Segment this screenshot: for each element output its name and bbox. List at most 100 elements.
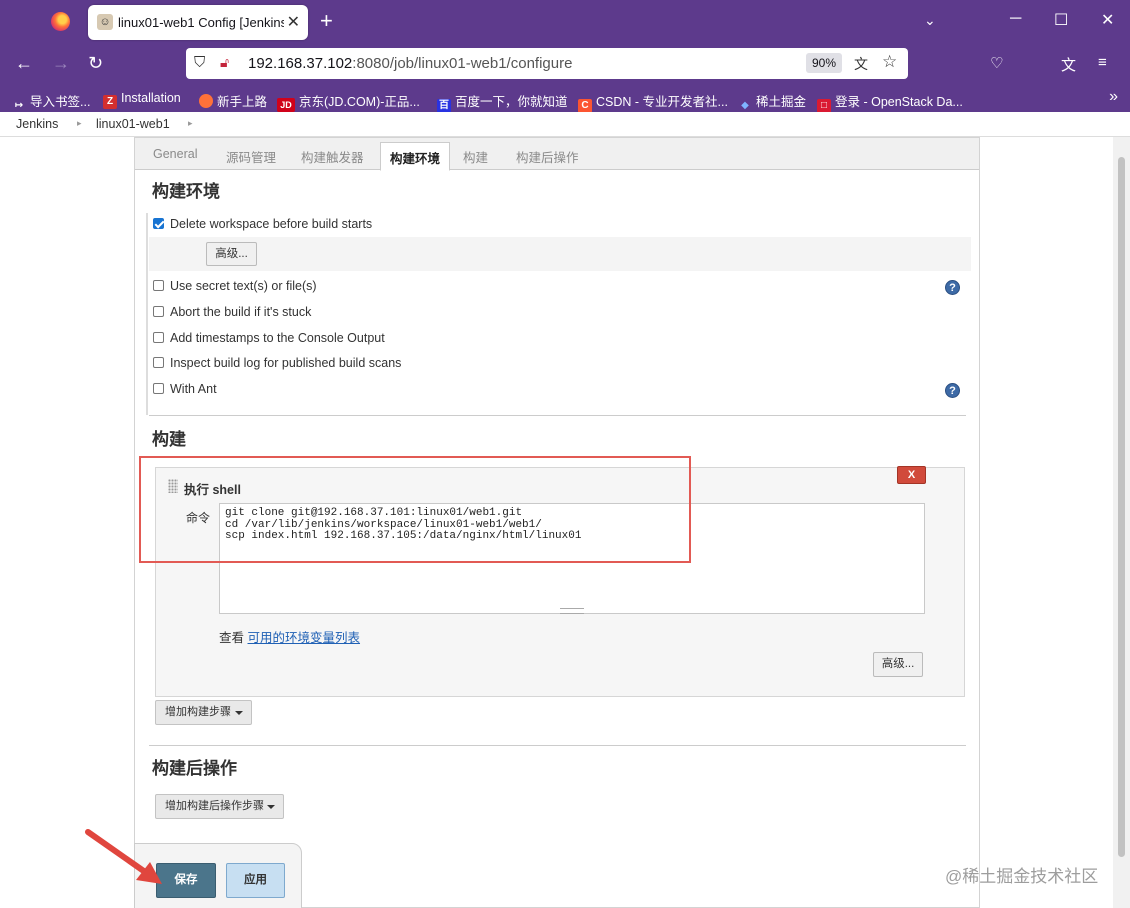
bookmark-label: 导入书签... xyxy=(30,95,91,109)
textarea-resize-grip-icon[interactable] xyxy=(560,608,584,614)
bookmark-label: 稀土掘金 xyxy=(756,95,807,109)
tab-build-environment[interactable]: 构建环境 xyxy=(380,142,451,171)
browser-titlebar: ☺ linux01-web1 Config [Jenkins] ✕ + ⌄ ─ … xyxy=(0,0,1130,44)
build-env-advanced-button[interactable]: 高级... xyxy=(206,242,257,266)
checkbox[interactable] xyxy=(153,332,164,343)
breadcrumb-job[interactable]: linux01-web1 xyxy=(96,117,170,131)
bookmark-label: 新手上路 xyxy=(217,95,268,109)
breadcrumb: Jenkins ▸ linux01-web1 ▸ xyxy=(0,112,1130,137)
browser-tab-active[interactable]: ☺ linux01-web1 Config [Jenkins] ✕ xyxy=(88,5,308,40)
add-build-step-label: 增加构建步骤 xyxy=(165,706,231,718)
bookmarks-overflow-icon[interactable]: » xyxy=(1109,88,1118,106)
jenkins-favicon-icon: ☺ xyxy=(97,14,113,30)
dropdown-caret-icon xyxy=(267,805,275,809)
shell-advanced-button[interactable]: 高级... xyxy=(873,652,923,677)
breadcrumb-jenkins[interactable]: Jenkins xyxy=(16,117,58,131)
back-icon[interactable]: ← xyxy=(15,53,33,73)
dropdown-caret-icon xyxy=(235,711,243,715)
red-arrow-annotation-icon xyxy=(85,829,162,884)
bookmark-label: 京东(JD.COM)-正品... xyxy=(299,95,420,109)
checkbox-checked[interactable] xyxy=(153,218,164,229)
help-icon[interactable]: ? xyxy=(945,280,960,295)
checkbox[interactable] xyxy=(153,383,164,394)
option-label: Delete workspace before build starts xyxy=(170,217,373,231)
add-post-build-step-button[interactable]: 增加构建后操作步骤 xyxy=(155,794,284,819)
env-vars-line: 查看 可用的环境变量列表 xyxy=(219,627,360,646)
window-close-icon[interactable]: ✕ xyxy=(1101,10,1114,30)
help-icon[interactable]: ? xyxy=(945,383,960,398)
minimize-icon[interactable]: ─ xyxy=(1010,10,1021,28)
option-label: Abort the build if it's stuck xyxy=(170,305,312,319)
bookmark-openstack[interactable]: □ 登录 - OpenStack Da... xyxy=(817,91,963,113)
bookmark-label: CSDN - 专业开发者社... xyxy=(596,95,728,109)
bookmark-getting-started[interactable]: 新手上路 xyxy=(199,91,267,110)
tracking-shield-icon[interactable]: ⛉ xyxy=(194,54,205,71)
firefox-small-icon xyxy=(199,94,213,108)
option-use-secret-text[interactable]: Use secret text(s) or file(s) xyxy=(153,279,317,293)
new-tab-icon[interactable]: + xyxy=(320,9,333,33)
option-label: Add timestamps to the Console Output xyxy=(170,331,385,345)
openstack-icon: □ xyxy=(817,99,831,113)
tab-build-triggers[interactable]: 构建触发器 xyxy=(301,147,364,166)
bookmark-baidu[interactable]: 百百度一下，你就知道 xyxy=(437,91,568,113)
bookmark-label: 百度一下，你就知道 xyxy=(455,95,568,109)
translate-extension-icon[interactable]: 文 xyxy=(1061,54,1076,75)
bookmark-star-icon[interactable]: ☆ xyxy=(882,52,897,72)
csdn-icon: C xyxy=(578,99,592,113)
option-with-ant[interactable]: With Ant xyxy=(153,382,217,396)
config-tabbar: General 源码管理 构建触发器 构建环境 构建 构建后操作 xyxy=(135,138,979,171)
url-host: 192.168.37.102 xyxy=(248,55,353,72)
url-path: :8080/job/linux01-web1/configure xyxy=(352,55,573,72)
tab-post-build[interactable]: 构建后操作 xyxy=(516,147,579,166)
scrollbar-thumb[interactable] xyxy=(1118,157,1125,857)
page-scrollbar[interactable] xyxy=(1113,137,1130,908)
env-vars-link[interactable]: 可用的环境变量列表 xyxy=(248,631,361,645)
bookmark-installation[interactable]: Z Installation xyxy=(103,91,181,109)
add-build-step-button[interactable]: 增加构建步骤 xyxy=(155,700,252,725)
forward-icon[interactable]: → xyxy=(52,53,70,73)
reload-icon[interactable]: ↻ xyxy=(88,53,103,73)
option-inspect-build-log[interactable]: Inspect build log for published build sc… xyxy=(153,356,401,370)
option-abort-if-stuck[interactable]: Abort the build if it's stuck xyxy=(153,305,311,319)
import-icon: ↦ xyxy=(14,100,24,111)
bookmark-csdn[interactable]: C CSDN - 专业开发者社... xyxy=(578,91,728,113)
tab-title: linux01-web1 Config [Jenkins] xyxy=(118,15,284,30)
firefox-icon[interactable] xyxy=(51,12,70,31)
checkbox[interactable] xyxy=(153,357,164,368)
zoom-level-badge[interactable]: 90% xyxy=(806,53,842,73)
section-title-post-build: 构建后操作 xyxy=(152,759,237,778)
browser-navbar: ← → ↻ ⛉ 🔓︎ 192.168.37.102:8080/job/linux… xyxy=(0,44,1130,84)
advanced-strip xyxy=(149,237,971,271)
tab-general[interactable]: General xyxy=(153,147,197,161)
bookmarks-toolbar: ↦ 导入书签... Z Installation 新手上路 JD 京东(JD.COM)… xyxy=(0,84,1130,113)
translate-icon[interactable]: 文 xyxy=(854,54,868,74)
jd-icon: JD xyxy=(277,98,295,112)
menu-hamburger-icon[interactable]: ≡ xyxy=(1098,54,1107,71)
watermark: @稀土掘金技术社区 xyxy=(945,867,1099,886)
option-label: Use secret text(s) or file(s) xyxy=(170,279,317,293)
option-label: With Ant xyxy=(170,382,217,396)
insecure-lock-icon[interactable]: 🔓︎ xyxy=(220,54,229,71)
bookmark-label: Installation xyxy=(121,91,181,105)
checkbox[interactable] xyxy=(153,306,164,317)
url-bar[interactable]: ⛉ 🔓︎ 192.168.37.102:8080/job/linux01-web… xyxy=(186,48,908,79)
section-title-build: 构建 xyxy=(152,430,186,449)
apply-button[interactable]: 应用 xyxy=(226,863,285,898)
section-divider xyxy=(149,745,966,746)
tab-close-icon[interactable]: ✕ xyxy=(287,12,300,32)
delete-step-button[interactable]: X xyxy=(897,466,926,484)
pocket-icon[interactable]: ♡ xyxy=(990,54,1003,72)
url-text[interactable]: 192.168.37.102:8080/job/linux01-web1/con… xyxy=(248,55,572,72)
option-add-timestamps[interactable]: Add timestamps to the Console Output xyxy=(153,331,385,345)
tab-source-management[interactable]: 源码管理 xyxy=(226,147,276,166)
tab-list-chevron-icon[interactable]: ⌄ xyxy=(924,12,936,29)
highlight-annotation-box xyxy=(139,456,691,563)
bookmark-jd[interactable]: JD 京东(JD.COM)-正品... xyxy=(277,91,420,112)
bookmark-import[interactable]: ↦ 导入书签... xyxy=(12,91,91,113)
checkbox[interactable] xyxy=(153,280,164,291)
maximize-icon[interactable]: ☐ xyxy=(1054,10,1068,30)
option-delete-workspace[interactable]: Delete workspace before build starts xyxy=(153,217,372,231)
baidu-icon: 百 xyxy=(437,99,451,113)
bookmark-juejin[interactable]: ◆ 稀土掘金 xyxy=(738,91,806,113)
tab-build[interactable]: 构建 xyxy=(463,147,488,166)
